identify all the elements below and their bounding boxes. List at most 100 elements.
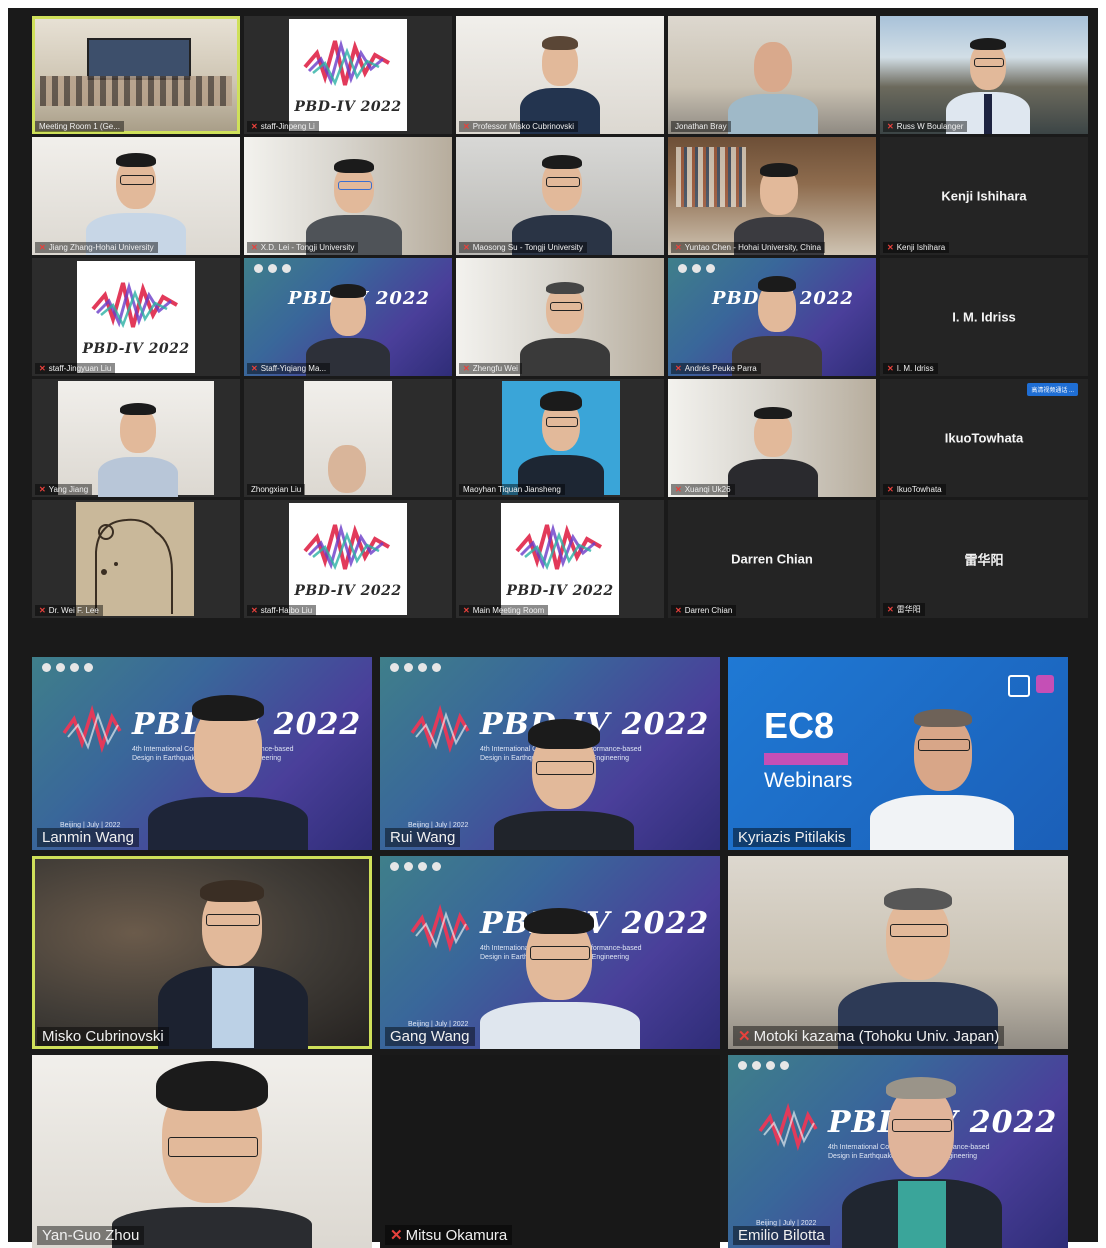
participant-video: [148, 685, 308, 850]
participant-video: [728, 401, 818, 497]
participant-name: ✕ 雷华阳: [883, 603, 925, 616]
video-tile[interactable]: ✕ Yuntao Chen - Hohai University, China: [668, 137, 876, 255]
video-tile[interactable]: ✕ Russ W Boulanger: [880, 16, 1088, 134]
video-tile[interactable]: ✕ Zhengfu Wei: [456, 258, 664, 376]
participant-video: [862, 705, 1022, 850]
mic-muted-icon: ✕: [887, 364, 894, 373]
participant-name: Maoyhan Tiquan Jiansheng: [459, 484, 565, 495]
video-tile[interactable]: I. M. Idriss ✕ I. M. Idriss: [880, 258, 1088, 376]
video-tile[interactable]: PBD-IV 2022 ✕ staff-Jinpeng Li: [244, 16, 452, 134]
video-tile[interactable]: 雷华阳 ✕ 雷华阳: [880, 500, 1088, 618]
video-tile[interactable]: PBD-IV 2022 ✕ Staff-Yiqiang Ma...: [244, 258, 452, 376]
video-tile[interactable]: Darren Chian ✕ Darren Chian: [668, 500, 876, 618]
mic-muted-icon: ✕: [463, 122, 470, 131]
pbd-logo: PBD-IV 2022: [289, 503, 407, 615]
video-tile[interactable]: Jonathan Bray: [668, 16, 876, 134]
video-tile[interactable]: PBD-IV 2022 4th International Conference…: [380, 657, 720, 850]
video-tile[interactable]: Yan-Guo Zhou: [32, 1055, 372, 1248]
mic-muted-icon: ✕: [675, 606, 682, 615]
hd-badge: 高清视频通话 ...: [1027, 383, 1078, 396]
participant-video: [728, 32, 818, 134]
participant-video: [520, 30, 600, 134]
wave-logo-icon: [410, 904, 470, 952]
video-tile[interactable]: ✕ X.D. Lei - Tongji University: [244, 137, 452, 255]
wave-logo-icon: [410, 705, 470, 753]
video-tile[interactable]: ✕ Yang Jiang: [32, 379, 240, 497]
participant-name: Jonathan Bray: [671, 121, 731, 132]
small-tile-grid: Meeting Room 1 (Ge... PBD-IV 2022 ✕ staff…: [32, 16, 1088, 618]
participant-video: [306, 280, 390, 376]
mic-muted-icon: ✕: [887, 605, 894, 614]
participant-video: [480, 902, 640, 1049]
video-tile[interactable]: 高清视频通话 ... IkuoTowhata ✕ IkuoTowhata: [880, 379, 1088, 497]
participant-name: ✕ Main Meeting Room: [459, 605, 549, 616]
mic-muted-icon: ✕: [39, 485, 46, 494]
video-tile[interactable]: PBD-IV 2022 ✕ Andrés Peuke Parra: [668, 258, 876, 376]
video-tile[interactable]: Kenji Ishihara ✕ Kenji Ishihara: [880, 137, 1088, 255]
participant-name: Lanmin Wang: [37, 828, 139, 847]
bear-sketch-icon: [95, 518, 173, 614]
video-frame: [58, 381, 214, 497]
video-tile[interactable]: ✕ Jiang Zhang-Hohai University: [32, 137, 240, 255]
large-tile-grid: PBD-IV 2022 4th International Conference…: [32, 657, 1068, 1248]
mic-muted-icon: ✕: [251, 606, 258, 615]
bear-drawing: [76, 502, 194, 616]
video-tile[interactable]: ✕ Maosong Su - Tongji University: [456, 137, 664, 255]
video-tile[interactable]: ✕ Professor Misko Cubrinovski: [456, 16, 664, 134]
participant-display-name: Darren Chian: [731, 551, 813, 567]
participant-video: [112, 1057, 312, 1248]
participant-name: ✕ Jiang Zhang-Hohai University: [35, 242, 158, 253]
participant-name: ✕ Andrés Peuke Parra: [671, 363, 761, 374]
participant-name: Meeting Room 1 (Ge...: [35, 121, 124, 132]
video-tile[interactable]: Zhongxian Liu: [244, 379, 452, 497]
audience: [40, 76, 232, 106]
video-tile[interactable]: PBD-IV 2022 4th International Conference…: [32, 657, 372, 850]
video-tile[interactable]: Meeting Room 1 (Ge...: [32, 16, 240, 134]
participant-name: ✕ Russ W Boulanger: [883, 121, 968, 132]
participant-name: Kyriazis Pitilakis: [733, 828, 851, 847]
participant-video: [838, 882, 998, 1049]
participant-name: ✕ Yuntao Chen - Hohai University, China: [671, 242, 826, 253]
wave-logo-icon: [303, 39, 390, 87]
video-tile[interactable]: ✕ Dr. Wei F. Lee: [32, 500, 240, 618]
participant-name: Yan-Guo Zhou: [37, 1226, 145, 1245]
video-tile[interactable]: Maoyhan Tiquan Jiansheng: [456, 379, 664, 497]
video-frame: [304, 381, 392, 495]
logo-text: PBD-IV 2022: [294, 583, 402, 599]
mic-muted-icon: ✕: [887, 122, 894, 131]
video-tile[interactable]: ✕ Xuanqi Uk26: [668, 379, 876, 497]
video-tile[interactable]: EC8 Webinars Kyriazis Pitilakis: [728, 657, 1068, 850]
video-tile[interactable]: ✕ Mitsu Okamura: [380, 1055, 720, 1248]
participant-name: ✕ Zhengfu Wei: [459, 363, 522, 374]
participant-name: ✕ Dr. Wei F. Lee: [35, 605, 103, 616]
participant-display-name: 雷华阳: [964, 552, 1004, 568]
participant-name: ✕ Yang Jiang: [35, 484, 93, 495]
participant-name: Misko Cubrinovski: [37, 1027, 169, 1046]
video-tile[interactable]: Misko Cubrinovski: [32, 856, 372, 1049]
participant-display-name: IkuoTowhata: [944, 430, 1024, 446]
banner-dots: [254, 264, 291, 273]
video-tile[interactable]: PBD-IV 2022 ✕ staff-Jingyuan Liu: [32, 258, 240, 376]
video-tile[interactable]: PBD-IV 2022 ✕ staff-Haibo Liu: [244, 500, 452, 618]
mic-muted-icon: ✕: [390, 1227, 403, 1244]
wave-logo-icon: [62, 705, 122, 753]
mic-muted-icon: ✕: [887, 243, 894, 252]
participant-video: [734, 155, 824, 255]
projector-screen: [87, 38, 191, 80]
banner-dots: [390, 862, 441, 871]
video-tile[interactable]: PBD-IV 2022 ✕ Main Meeting Room: [456, 500, 664, 618]
participant-name: ✕ Staff-Yiqiang Ma...: [247, 363, 331, 374]
video-tile[interactable]: PBD-IV 2022 4th International Conference…: [380, 856, 720, 1049]
pbd-logo: PBD-IV 2022: [289, 19, 407, 131]
participant-video: [732, 270, 822, 376]
video-tile[interactable]: ✕ Motoki kazama (Tohoku Univ. Japan): [728, 856, 1068, 1049]
participant-video: [520, 276, 610, 376]
wave-logo-icon: [91, 281, 178, 329]
video-frame: [502, 381, 620, 497]
participant-video: [494, 715, 634, 850]
participant-name: ✕ staff-Jinpeng Li: [247, 121, 319, 132]
mic-muted-icon: ✕: [463, 606, 470, 615]
participant-name: ✕ Maosong Su - Tongji University: [459, 242, 587, 253]
participant-video: [842, 1069, 1002, 1248]
video-tile[interactable]: PBD-IV 2022 4th International Conference…: [728, 1055, 1068, 1248]
